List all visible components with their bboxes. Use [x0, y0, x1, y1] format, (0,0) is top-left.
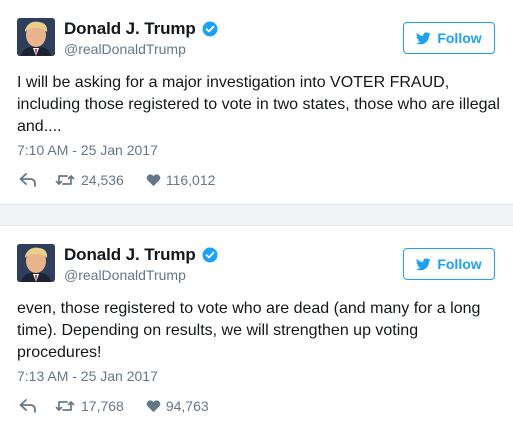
- name-row: Donald J. Trump: [64, 19, 218, 39]
- timestamp[interactable]: 7:13 AM - 25 Jan 2017: [17, 368, 158, 384]
- name-row: Donald J. Trump: [64, 245, 218, 265]
- retweet-icon: [55, 175, 75, 185]
- like-count: 116,012: [165, 172, 216, 188]
- follow-button[interactable]: Follow: [403, 22, 495, 54]
- reply-icon: [19, 399, 36, 413]
- tweet-separator: [0, 204, 513, 226]
- avatar[interactable]: [17, 244, 55, 282]
- follow-label: Follow: [437, 256, 482, 272]
- display-name[interactable]: Donald J. Trump: [64, 245, 196, 265]
- heart-icon: [146, 400, 161, 413]
- timestamp[interactable]: 7:10 AM - 25 Jan 2017: [17, 142, 158, 158]
- tweet-card: Donald J. Trump @realDonaldTrump Follow …: [0, 226, 513, 428]
- follow-button[interactable]: Follow: [403, 248, 495, 280]
- user-handle[interactable]: @realDonaldTrump: [64, 41, 186, 57]
- reply-button[interactable]: [19, 173, 37, 187]
- retweet-button[interactable]: 24,536: [55, 172, 124, 188]
- follow-label: Follow: [437, 30, 482, 46]
- avatar-image: [17, 18, 55, 56]
- reply-icon: [19, 173, 36, 187]
- tweet-text: I will be asking for a major investigati…: [17, 74, 500, 135]
- retweet-icon: [55, 401, 75, 411]
- reply-button[interactable]: [19, 399, 37, 413]
- like-button[interactable]: 94,763: [146, 398, 209, 414]
- bird-icon: [416, 257, 432, 271]
- tweet-actions: 24,536 116,012: [19, 172, 215, 188]
- retweet-count: 24,536: [81, 172, 124, 188]
- bird-icon: [416, 31, 432, 45]
- retweet-count: 17,768: [81, 398, 124, 414]
- retweet-button[interactable]: 17,768: [55, 398, 124, 414]
- tweet-text: even, those registered to vote who are d…: [17, 300, 481, 361]
- user-handle[interactable]: @realDonaldTrump: [64, 267, 186, 283]
- like-count: 94,763: [165, 398, 209, 414]
- heart-icon: [146, 174, 161, 187]
- display-name[interactable]: Donald J. Trump: [64, 19, 196, 39]
- tweet-actions: 17,768 94,763: [19, 398, 209, 414]
- tweet-card: Donald J. Trump @realDonaldTrump Follow …: [0, 0, 513, 204]
- avatar[interactable]: [17, 18, 55, 56]
- like-button[interactable]: 116,012: [146, 172, 216, 188]
- verified-icon: [202, 21, 218, 37]
- avatar-image: [17, 244, 55, 282]
- verified-icon: [202, 247, 218, 263]
